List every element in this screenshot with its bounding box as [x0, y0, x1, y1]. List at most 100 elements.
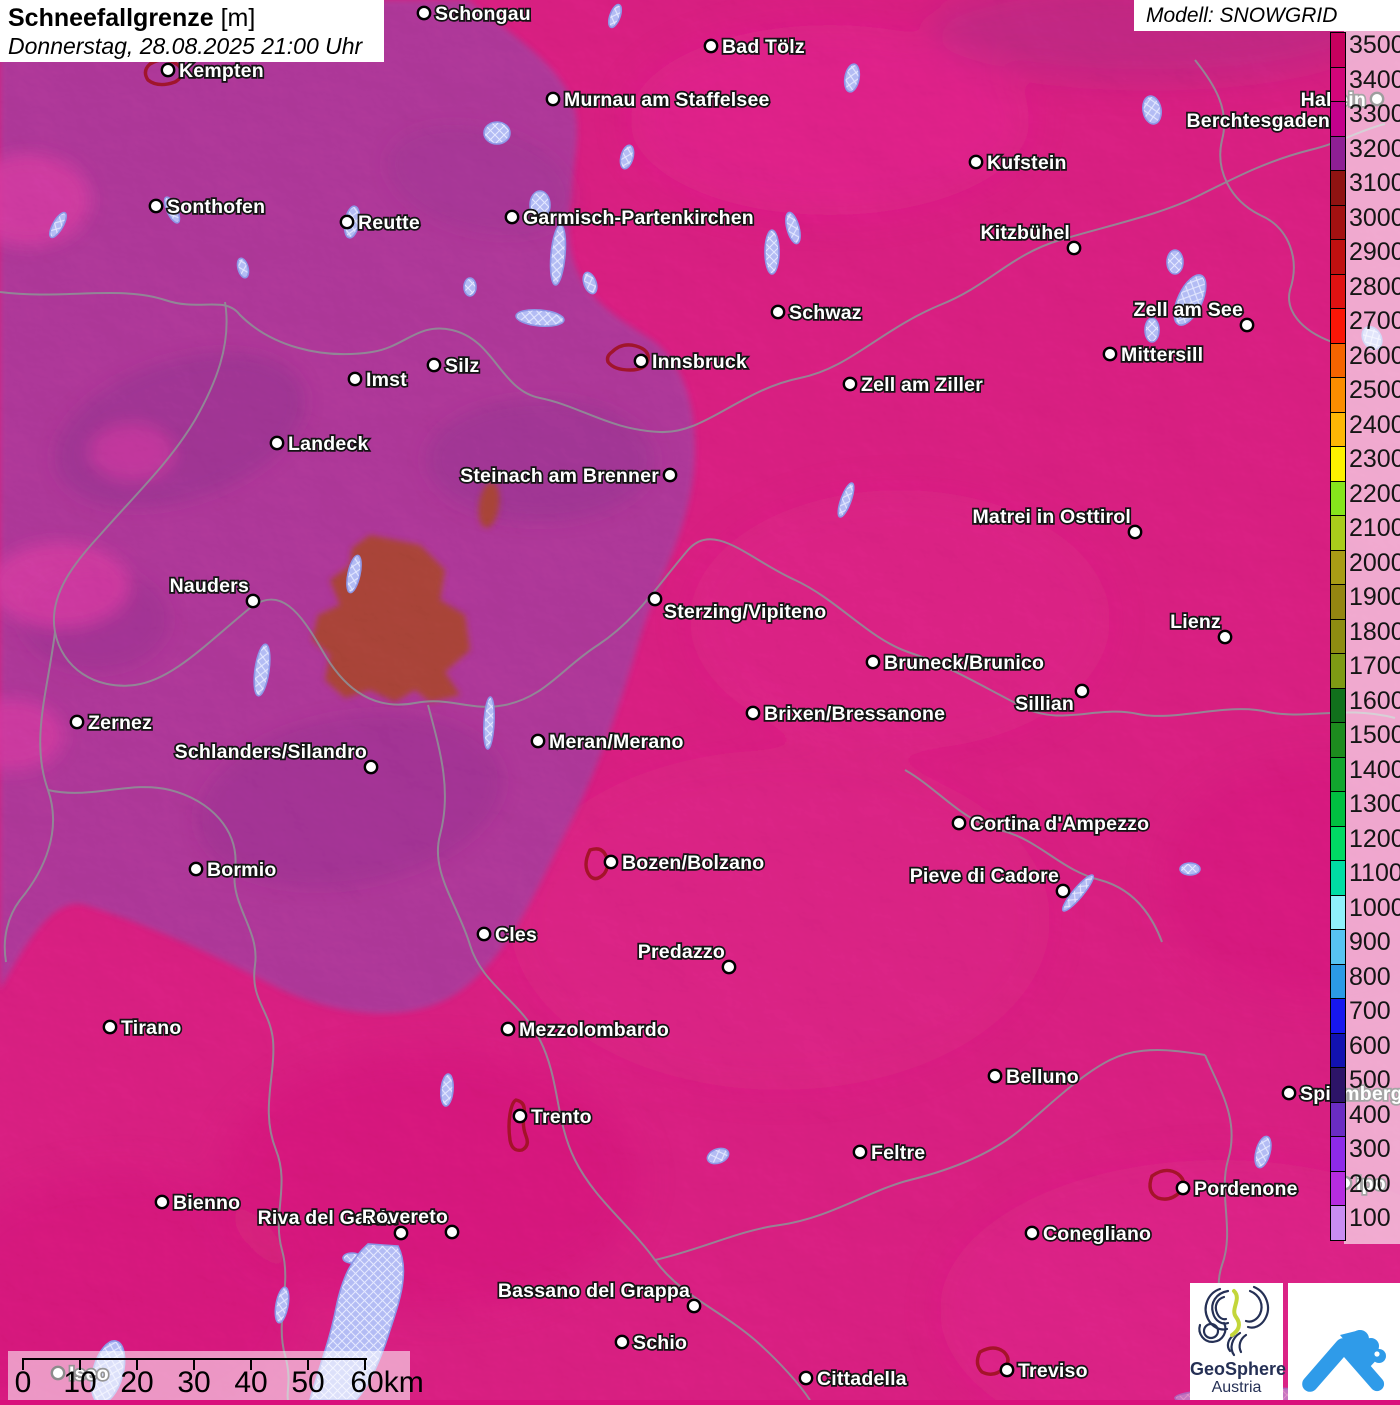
city-label: Sonthofen	[167, 196, 265, 218]
colorbar-segment	[1331, 550, 1345, 585]
colorbar-segment	[1331, 1137, 1345, 1172]
city-label: Mittersill	[1121, 344, 1203, 366]
city-label: Zell am See	[1133, 299, 1243, 321]
city-label: Bassano del Grappa	[498, 1280, 690, 1302]
city-marker	[662, 467, 678, 483]
city-marker	[745, 705, 761, 721]
city-label: Mezzolombardo	[519, 1019, 669, 1041]
map-scalebar: 0 10 20 30 40 50 60km	[8, 1351, 424, 1400]
colorbar-tick-label: 2000	[1349, 548, 1400, 577]
city-label: Trento	[531, 1106, 592, 1128]
city-label: Reutte	[358, 212, 420, 234]
colorbar-tick-label: 2600	[1349, 341, 1400, 370]
colorbar-segment	[1331, 792, 1345, 827]
city-marker	[339, 214, 355, 230]
colorbar-segment	[1331, 33, 1345, 68]
colorbar-tick-label: 1900	[1349, 583, 1400, 611]
city-label: Imst	[366, 369, 407, 391]
weather-map: Schongau Bad Tölz Kempten Murnau am Staffel…	[0, 0, 1400, 1405]
city-marker	[1281, 1085, 1297, 1101]
colorbar-tick-label: 1000	[1349, 893, 1400, 922]
city-label: Conegliano	[1043, 1223, 1151, 1245]
colorbar-segment	[1331, 136, 1345, 171]
scalebar-label: 30	[177, 1366, 211, 1399]
city-label: Bozen/Bolzano	[622, 852, 764, 874]
colorbar-segment	[1331, 205, 1345, 240]
colorbar-segment	[1331, 309, 1345, 344]
colorbar-tick-label: 1100	[1349, 859, 1400, 887]
colorbar-tick-label: 2300	[1349, 445, 1400, 473]
city-marker	[545, 91, 561, 107]
city-marker	[798, 1370, 814, 1386]
colorbar-segment	[1331, 1171, 1345, 1206]
colorbar-tick-label: 2700	[1349, 307, 1400, 335]
colorbar-tick-label: 200	[1349, 1169, 1391, 1198]
colorbar-tick-label: 3000	[1349, 203, 1400, 232]
city-marker	[614, 1334, 630, 1350]
colorbar-tick-label: 1400	[1349, 755, 1400, 784]
city-label: Garmisch-Partenkirchen	[523, 207, 754, 229]
city-label: Innsbruck	[652, 351, 747, 373]
city-marker	[703, 38, 719, 54]
map-canvas: Schongau Bad Tölz Kempten Murnau am Staffel…	[0, 0, 1400, 1405]
scalebar-label: 50	[291, 1366, 325, 1399]
partner-logo-box	[1288, 1283, 1400, 1400]
city-label: Pordenone	[1194, 1178, 1298, 1200]
city-label: Bad Tölz	[722, 36, 805, 58]
colorbar-tick-label: 400	[1349, 1100, 1391, 1129]
colorbar-segment	[1331, 1102, 1345, 1137]
colorbar-segment	[1331, 930, 1345, 965]
page-title: Schneefallgrenze [m]	[8, 4, 374, 33]
colorbar-tick-label: 3100	[1349, 169, 1400, 197]
colorbar-tick-label: 900	[1349, 928, 1391, 956]
scalebar-line	[23, 1358, 367, 1360]
colorbar-tick-label: 2200	[1349, 479, 1400, 508]
city-label: Lienz	[1170, 611, 1221, 633]
city-marker	[512, 1108, 528, 1124]
city-label: Bormio	[207, 859, 276, 881]
colorbar-segment	[1331, 343, 1345, 378]
city-label: Belluno	[1006, 1066, 1079, 1088]
scalebar-label: 60km	[350, 1366, 424, 1399]
city-marker	[1074, 683, 1090, 699]
city-marker	[647, 591, 663, 607]
city-label: Treviso	[1018, 1360, 1088, 1382]
colorbar-segment	[1331, 1068, 1345, 1103]
colorbar-segment	[1331, 654, 1345, 689]
city-label: Bruneck/Brunico	[884, 652, 1044, 674]
colorbar-segment	[1331, 274, 1345, 309]
city-label: Cles	[495, 924, 537, 946]
city-label: Kitzbühel	[980, 222, 1070, 244]
city-marker	[633, 353, 649, 369]
colorbar-tick-label: 3400	[1349, 65, 1400, 94]
colorbar-tick-label: 1600	[1349, 686, 1400, 715]
city-label: Tirano	[121, 1017, 181, 1039]
colorbar-segment	[1331, 171, 1345, 206]
city-label: Schongau	[435, 3, 531, 25]
city-label: Pieve di Cadore	[910, 865, 1059, 887]
colorbar-segment	[1331, 723, 1345, 758]
city-marker	[951, 815, 967, 831]
city-label: Silz	[445, 355, 479, 377]
title-unit: [m]	[220, 4, 256, 32]
geosphere-contour-icon	[1198, 1285, 1270, 1357]
colorbar-tick-label: 300	[1349, 1135, 1391, 1163]
colorbar-segment	[1331, 895, 1345, 930]
city-label: Berchtesgaden	[1187, 110, 1330, 132]
colorbar-tick-label: 1200	[1349, 824, 1400, 853]
city-marker	[770, 304, 786, 320]
colorbar-segment	[1331, 378, 1345, 413]
colorbar-tick-label: 1500	[1349, 721, 1400, 749]
city-label: Matrei in Osttirol	[972, 506, 1131, 528]
colorbar-segment	[1331, 481, 1345, 516]
city-label: Steinach am Brenner	[460, 465, 659, 487]
city-marker	[102, 1019, 118, 1035]
city-label: Kufstein	[987, 152, 1067, 174]
city-marker	[188, 861, 204, 877]
model-badge: Modell: SNOWGRID	[1134, 0, 1400, 31]
city-label: Predazzo	[638, 941, 725, 963]
geosphere-logo-country: Austria	[1211, 1379, 1262, 1396]
colorbar-tick-label: 700	[1349, 997, 1391, 1025]
colorbar-segment	[1331, 757, 1345, 792]
city-marker	[160, 62, 176, 78]
